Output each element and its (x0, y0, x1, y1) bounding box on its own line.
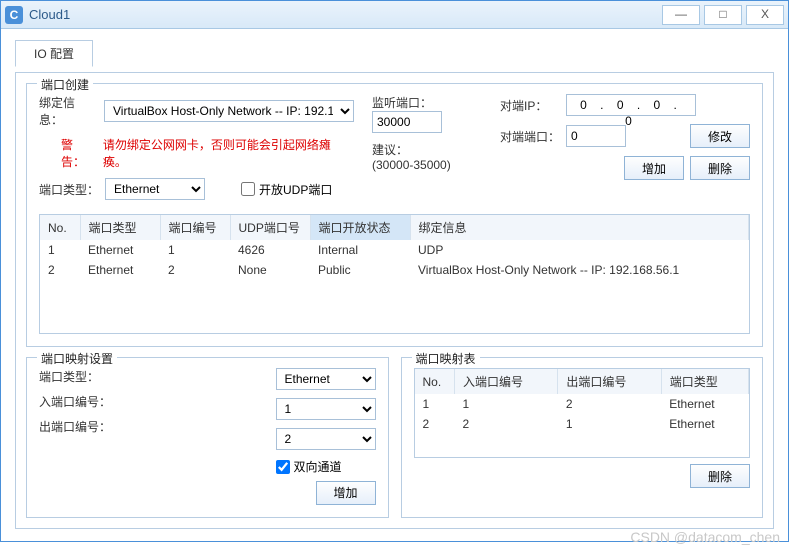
app-logo-icon: C (5, 6, 23, 24)
bidir-checkbox-input[interactable] (276, 460, 290, 474)
port-type-label: 端口类型： (39, 181, 99, 198)
port-add-button[interactable]: 增加 (624, 156, 684, 180)
map-add-button[interactable]: 增加 (316, 481, 376, 505)
minimize-button[interactable]: — (662, 5, 700, 25)
ms-outport-select[interactable]: 2 (276, 428, 376, 450)
col-udp[interactable]: UDP端口号 (230, 215, 310, 240)
table-row[interactable]: 1 1 2 Ethernet (415, 394, 749, 414)
ms-outport-label: 出端口编号： (39, 418, 119, 435)
ms-inport-select[interactable]: 1 (276, 398, 376, 420)
mt-col-in[interactable]: 入端口编号 (455, 369, 558, 394)
map-table: No. 入端口编号 出端口编号 端口类型 1 1 2 Ethern (414, 368, 751, 458)
ms-port-type-label: 端口类型： (39, 368, 119, 385)
modify-button[interactable]: 修改 (690, 124, 750, 148)
port-create-group: 端口创建 绑定信息： VirtualBox Host-Only Network … (26, 83, 763, 347)
ms-inport-label: 入端口编号： (39, 393, 119, 410)
watermark: CSDN @datacom_chen (630, 529, 780, 545)
window-title: Cloud1 (29, 7, 658, 22)
port-table: No. 端口类型 端口编号 UDP端口号 端口开放状态 绑定信息 1 Ether… (39, 214, 750, 334)
advice-label: 建议： (372, 143, 408, 157)
mt-col-no[interactable]: No. (415, 369, 455, 394)
map-settings-group: 端口映射设置 端口类型： 入端口编号： 出端口编号： (26, 357, 389, 518)
main-window: C Cloud1 — □ X IO 配置 端口创建 绑定信息： VirtualB… (0, 0, 789, 542)
titlebar: C Cloud1 — □ X (1, 1, 788, 29)
tab-row: IO 配置 (15, 39, 774, 66)
maximize-button[interactable]: □ (704, 5, 742, 25)
advice-range: (30000-35000) (372, 158, 451, 172)
col-bind[interactable]: 绑定信息 (410, 215, 749, 240)
col-type[interactable]: 端口类型 (80, 215, 160, 240)
table-row[interactable]: 2 2 1 Ethernet (415, 414, 749, 434)
listen-port-input[interactable] (372, 111, 442, 133)
mt-col-type[interactable]: 端口类型 (661, 369, 748, 394)
bidir-checkbox[interactable]: 双向通道 (276, 458, 342, 475)
warning-label: 警告： (61, 136, 97, 170)
col-open[interactable]: 端口开放状态 (310, 215, 410, 240)
bidir-checkbox-label: 双向通道 (294, 458, 342, 475)
mt-col-out[interactable]: 出端口编号 (558, 369, 661, 394)
bind-info-select[interactable]: VirtualBox Host-Only Network -- IP: 192.… (104, 100, 354, 122)
bind-info-label: 绑定信息： (39, 94, 98, 128)
col-no[interactable]: No. (40, 215, 80, 240)
ms-port-type-select[interactable]: Ethernet (276, 368, 376, 390)
content-area: IO 配置 端口创建 绑定信息： VirtualBox Host-Only Ne… (1, 29, 788, 541)
map-table-group: 端口映射表 No. 入端口编号 出端口编号 端口类型 1 (401, 357, 764, 518)
peer-port-label: 对端端口： (500, 128, 560, 145)
open-udp-checkbox[interactable]: 开放UDP端口 (241, 181, 332, 198)
peer-port-input[interactable] (566, 125, 626, 147)
table-row[interactable]: 1 Ethernet 1 4626 Internal UDP (40, 240, 749, 260)
tab-io-config[interactable]: IO 配置 (15, 40, 93, 67)
warning-text: 请勿绑定公网网卡，否则可能会引起网络瘫痪。 (103, 136, 354, 170)
open-udp-checkbox-label: 开放UDP端口 (259, 181, 332, 198)
close-button[interactable]: X (746, 5, 784, 25)
map-delete-button[interactable]: 删除 (690, 464, 750, 488)
io-panel: 端口创建 绑定信息： VirtualBox Host-Only Network … (15, 72, 774, 529)
open-udp-checkbox-input[interactable] (241, 182, 255, 196)
col-num[interactable]: 端口编号 (160, 215, 230, 240)
map-settings-title: 端口映射设置 (37, 350, 117, 367)
table-row[interactable]: 2 Ethernet 2 None Public VirtualBox Host… (40, 260, 749, 280)
port-delete-button[interactable]: 删除 (690, 156, 750, 180)
map-table-title: 端口映射表 (412, 350, 480, 367)
peer-ip-label: 对端IP： (500, 97, 560, 114)
listen-port-label: 监听端口： (372, 94, 482, 111)
port-create-title: 端口创建 (37, 76, 93, 93)
peer-ip-input[interactable]: 0 . 0 . 0 . 0 (566, 94, 696, 116)
port-type-select[interactable]: Ethernet (105, 178, 205, 200)
